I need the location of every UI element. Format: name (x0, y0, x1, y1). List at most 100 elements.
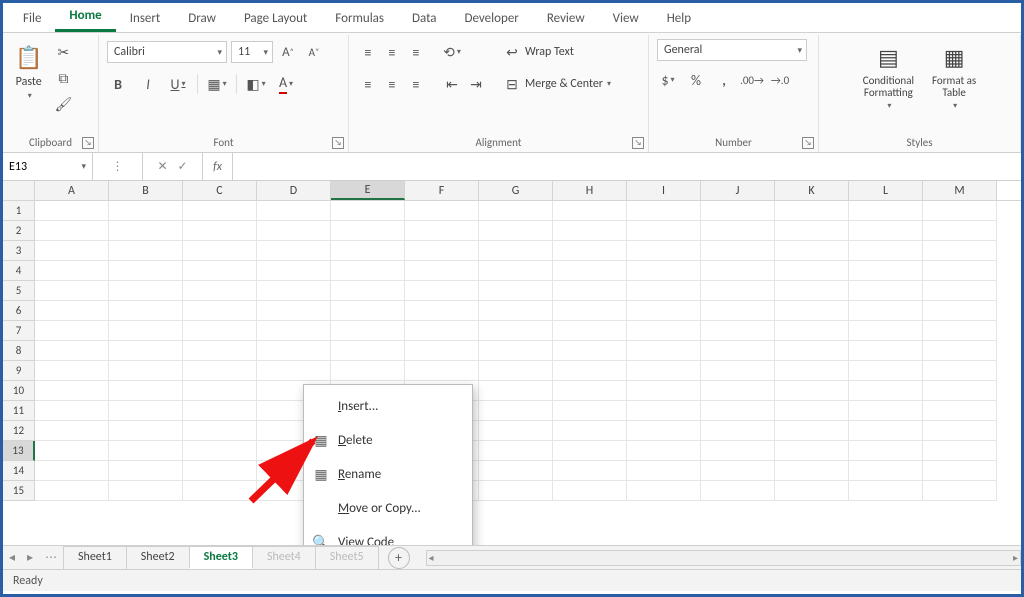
cell[interactable] (849, 241, 923, 261)
cell[interactable] (627, 221, 701, 241)
row-header[interactable]: 6 (3, 301, 35, 321)
cell[interactable] (479, 441, 553, 461)
italic-button[interactable]: I (137, 73, 159, 95)
cell[interactable] (553, 361, 627, 381)
cell[interactable] (849, 221, 923, 241)
cell[interactable] (405, 281, 479, 301)
context-menu-insert[interactable]: Insert... (304, 389, 472, 423)
row-header[interactable]: 8 (3, 341, 35, 361)
cell[interactable] (775, 281, 849, 301)
row-header[interactable]: 1 (3, 201, 35, 221)
column-header[interactable]: M (923, 181, 997, 200)
cell[interactable] (257, 361, 331, 381)
cell[interactable] (553, 461, 627, 481)
underline-button[interactable]: U▾ (167, 73, 189, 95)
cell[interactable] (479, 421, 553, 441)
decrease-decimal-icon[interactable]: →.0 (769, 69, 791, 91)
cell[interactable] (923, 441, 997, 461)
row-header[interactable]: 2 (3, 221, 35, 241)
context-menu-delete[interactable]: ▦Delete (304, 423, 472, 457)
tab-scroll-first-icon[interactable]: ◂ (9, 550, 15, 565)
cell[interactable] (627, 461, 701, 481)
cell[interactable] (257, 301, 331, 321)
cell[interactable] (109, 401, 183, 421)
cell[interactable] (627, 481, 701, 501)
cell[interactable] (553, 421, 627, 441)
row-header[interactable]: 15 (3, 481, 35, 501)
cell[interactable] (109, 341, 183, 361)
cell[interactable] (849, 421, 923, 441)
row-header[interactable]: 11 (3, 401, 35, 421)
new-sheet-button[interactable]: + (388, 547, 410, 569)
cell[interactable] (331, 201, 405, 221)
cell[interactable] (923, 481, 997, 501)
increase-font-icon[interactable]: A˄ (277, 41, 299, 63)
cell[interactable] (479, 321, 553, 341)
cell[interactable] (701, 481, 775, 501)
cell[interactable] (257, 201, 331, 221)
borders-icon[interactable]: ▦▾ (206, 73, 228, 95)
cell[interactable] (553, 321, 627, 341)
align-left-icon[interactable]: ≡ (357, 73, 379, 95)
cell[interactable] (923, 261, 997, 281)
cell[interactable] (923, 321, 997, 341)
conditional-formatting-button[interactable]: ▤ Conditional Formatting▾ (859, 39, 918, 113)
cell[interactable] (849, 201, 923, 221)
cell[interactable] (849, 381, 923, 401)
merge-center-button[interactable]: ⊟ Merge & Center ▾ (501, 71, 611, 97)
sheet-tab-sheet5[interactable]: Sheet5 (315, 546, 379, 569)
cell[interactable] (553, 221, 627, 241)
sheet-tab-sheet2[interactable]: Sheet2 (126, 546, 190, 569)
cut-icon[interactable]: ✂ (52, 41, 74, 63)
cell[interactable] (701, 401, 775, 421)
column-header[interactable]: A (35, 181, 109, 200)
cell[interactable] (923, 361, 997, 381)
cell[interactable] (775, 421, 849, 441)
cell[interactable] (405, 321, 479, 341)
cell[interactable] (701, 201, 775, 221)
cell[interactable] (627, 341, 701, 361)
cell[interactable] (35, 381, 109, 401)
comma-icon[interactable]: , (713, 69, 735, 91)
cell[interactable] (331, 301, 405, 321)
cell[interactable] (923, 461, 997, 481)
cell[interactable] (775, 241, 849, 261)
cell[interactable] (109, 481, 183, 501)
cell[interactable] (183, 201, 257, 221)
cell[interactable] (479, 261, 553, 281)
cell[interactable] (331, 341, 405, 361)
cell[interactable] (109, 421, 183, 441)
align-top-icon[interactable]: ≡ (357, 41, 379, 63)
cell[interactable] (553, 341, 627, 361)
cell[interactable] (35, 481, 109, 501)
cell[interactable] (923, 341, 997, 361)
menu-tab-file[interactable]: File (9, 5, 55, 32)
row-header[interactable]: 7 (3, 321, 35, 341)
menu-tab-view[interactable]: View (599, 5, 653, 32)
cell[interactable] (627, 201, 701, 221)
cell[interactable] (109, 361, 183, 381)
cell[interactable] (109, 201, 183, 221)
cell[interactable] (35, 201, 109, 221)
cell[interactable] (479, 381, 553, 401)
cell[interactable] (35, 461, 109, 481)
cell[interactable] (627, 441, 701, 461)
font-name-select[interactable]: Calibri (107, 41, 227, 63)
cell[interactable] (701, 441, 775, 461)
cell[interactable] (479, 361, 553, 381)
increase-decimal-icon[interactable]: .00→ (741, 69, 763, 91)
cell[interactable] (775, 321, 849, 341)
context-menu-view-code[interactable]: 🔍View Code (304, 525, 472, 545)
menu-tab-developer[interactable]: Developer (451, 5, 533, 32)
formula-input[interactable] (233, 153, 1021, 180)
cell[interactable] (701, 261, 775, 281)
cell[interactable] (775, 461, 849, 481)
cell[interactable] (923, 281, 997, 301)
cell[interactable] (35, 401, 109, 421)
font-color-icon[interactable]: A▾ (275, 73, 297, 95)
cell[interactable] (109, 281, 183, 301)
cell[interactable] (701, 361, 775, 381)
row-header[interactable]: 14 (3, 461, 35, 481)
cell[interactable] (627, 301, 701, 321)
format-painter-icon[interactable]: 🖌 (52, 93, 74, 115)
